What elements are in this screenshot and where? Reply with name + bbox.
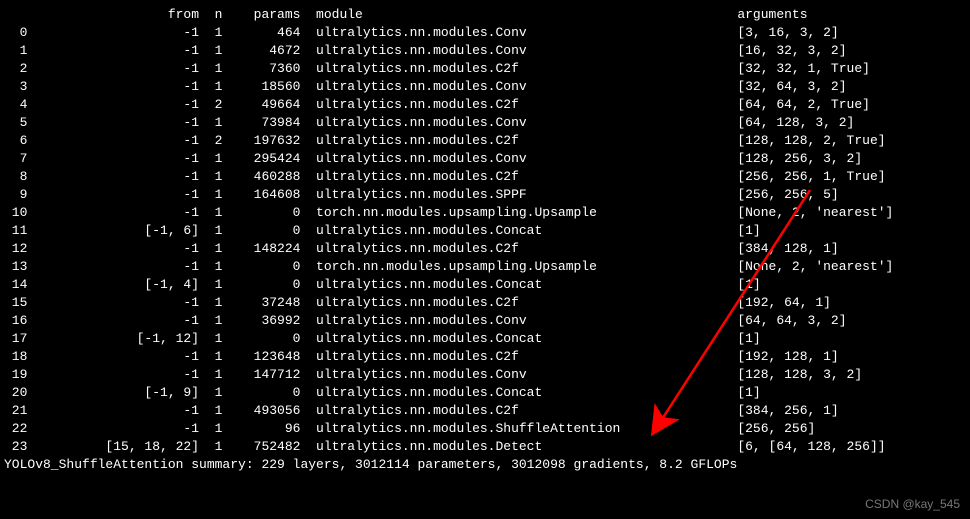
table-row: 13 -1 1 0 torch.nn.modules.upsampling.Up…	[4, 258, 966, 276]
table-row: 7 -1 1 295424 ultralytics.nn.modules.Con…	[4, 150, 966, 168]
model-summary: YOLOv8_ShuffleAttention summary: 229 lay…	[4, 456, 966, 474]
terminal-output: from n params module arguments 0 -1 1 46…	[4, 6, 966, 474]
table-row: 6 -1 2 197632 ultralytics.nn.modules.C2f…	[4, 132, 966, 150]
table-row: 22 -1 1 96 ultralytics.nn.modules.Shuffl…	[4, 420, 966, 438]
table-row: 15 -1 1 37248 ultralytics.nn.modules.C2f…	[4, 294, 966, 312]
table-row: 3 -1 1 18560 ultralytics.nn.modules.Conv…	[4, 78, 966, 96]
table-row: 10 -1 1 0 torch.nn.modules.upsampling.Up…	[4, 204, 966, 222]
table-row: 21 -1 1 493056 ultralytics.nn.modules.C2…	[4, 402, 966, 420]
table-row: 11 [-1, 6] 1 0 ultralytics.nn.modules.Co…	[4, 222, 966, 240]
table-row: 16 -1 1 36992 ultralytics.nn.modules.Con…	[4, 312, 966, 330]
table-row: 9 -1 1 164608 ultralytics.nn.modules.SPP…	[4, 186, 966, 204]
table-row: 14 [-1, 4] 1 0 ultralytics.nn.modules.Co…	[4, 276, 966, 294]
table-row: 0 -1 1 464 ultralytics.nn.modules.Conv […	[4, 24, 966, 42]
table-row: 17 [-1, 12] 1 0 ultralytics.nn.modules.C…	[4, 330, 966, 348]
table-row: 8 -1 1 460288 ultralytics.nn.modules.C2f…	[4, 168, 966, 186]
table-row: 20 [-1, 9] 1 0 ultralytics.nn.modules.Co…	[4, 384, 966, 402]
table-row: 18 -1 1 123648 ultralytics.nn.modules.C2…	[4, 348, 966, 366]
table-header: from n params module arguments	[4, 6, 966, 24]
table-row: 23 [15, 18, 22] 1 752482 ultralytics.nn.…	[4, 438, 966, 456]
table-row: 1 -1 1 4672 ultralytics.nn.modules.Conv …	[4, 42, 966, 60]
table-row: 12 -1 1 148224 ultralytics.nn.modules.C2…	[4, 240, 966, 258]
watermark: CSDN @kay_545	[865, 495, 960, 513]
table-row: 2 -1 1 7360 ultralytics.nn.modules.C2f […	[4, 60, 966, 78]
table-row: 19 -1 1 147712 ultralytics.nn.modules.Co…	[4, 366, 966, 384]
table-row: 5 -1 1 73984 ultralytics.nn.modules.Conv…	[4, 114, 966, 132]
table-row: 4 -1 2 49664 ultralytics.nn.modules.C2f …	[4, 96, 966, 114]
